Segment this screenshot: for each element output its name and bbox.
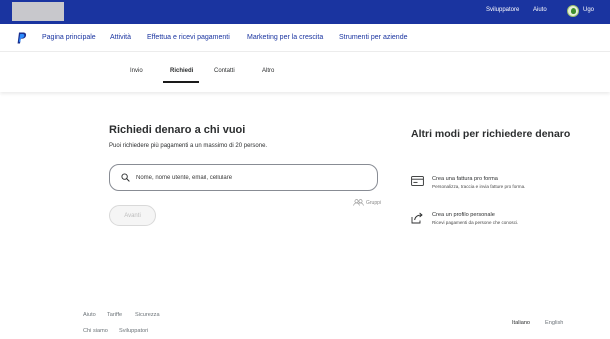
help-link[interactable]: Aiuto	[533, 7, 547, 13]
footer-fees-link[interactable]: Tariffe	[107, 312, 122, 318]
nav-marketing[interactable]: Marketing per la crescita	[247, 34, 323, 41]
sub-tabs: Invio Richiedi Contatti Altro	[0, 52, 610, 92]
tab-more[interactable]: Altro	[262, 68, 274, 74]
nav-payments[interactable]: Effettua e ricevi pagamenti	[147, 34, 230, 41]
invoice-icon[interactable]	[411, 175, 424, 187]
main-nav: Pagina principale Attività Effettua e ri…	[0, 24, 610, 52]
option-profile-description: Ricevi pagamenti da persone che conosci.	[432, 220, 519, 225]
language-english[interactable]: English	[545, 320, 563, 326]
nav-business-tools[interactable]: Strumenti per aziende	[339, 34, 407, 41]
option-invoice-description: Personalizza, traccia e invia fatture pr…	[432, 184, 526, 189]
avatar[interactable]	[567, 5, 579, 17]
page-subtitle: Puoi richiedere più pagamenti a un massi…	[109, 143, 268, 149]
footer-help-link[interactable]: Aiuto	[83, 312, 96, 318]
top-bar: Sviluppatore Aiuto Ugo	[0, 0, 610, 24]
recipient-search-box[interactable]	[109, 164, 378, 191]
footer-developers-link[interactable]: Sviluppatori	[119, 328, 148, 334]
nav-home[interactable]: Pagina principale	[42, 34, 96, 41]
paypal-logo-icon[interactable]	[17, 32, 27, 44]
footer-security-link[interactable]: Sicurezza	[135, 312, 160, 318]
logo-placeholder	[12, 2, 64, 21]
footer-about-link[interactable]: Chi siamo	[83, 328, 108, 334]
recipient-search-input[interactable]	[136, 165, 366, 190]
option-invoice-title[interactable]: Crea una fattura pro forma	[432, 176, 498, 182]
search-icon	[121, 173, 130, 182]
tab-request[interactable]: Richiedi	[170, 68, 193, 74]
next-button[interactable]: Avanti	[109, 205, 156, 226]
active-tab-indicator	[163, 81, 199, 83]
developer-link[interactable]: Sviluppatore	[486, 7, 519, 13]
tab-send[interactable]: Invio	[130, 68, 143, 74]
groups-label: Gruppi	[366, 200, 382, 206]
user-name[interactable]: Ugo	[583, 7, 594, 13]
share-icon[interactable]	[411, 212, 424, 224]
groups-icon	[353, 199, 364, 206]
language-italian[interactable]: Italiano	[512, 320, 530, 326]
tab-contacts[interactable]: Contatti	[214, 68, 235, 74]
nav-activity[interactable]: Attività	[110, 34, 131, 41]
page-title: Richiedi denaro a chi vuoi	[109, 124, 246, 136]
other-ways-title: Altri modi per richiedere denaro	[411, 128, 571, 140]
option-profile-title[interactable]: Crea un profilo personale	[432, 212, 495, 218]
